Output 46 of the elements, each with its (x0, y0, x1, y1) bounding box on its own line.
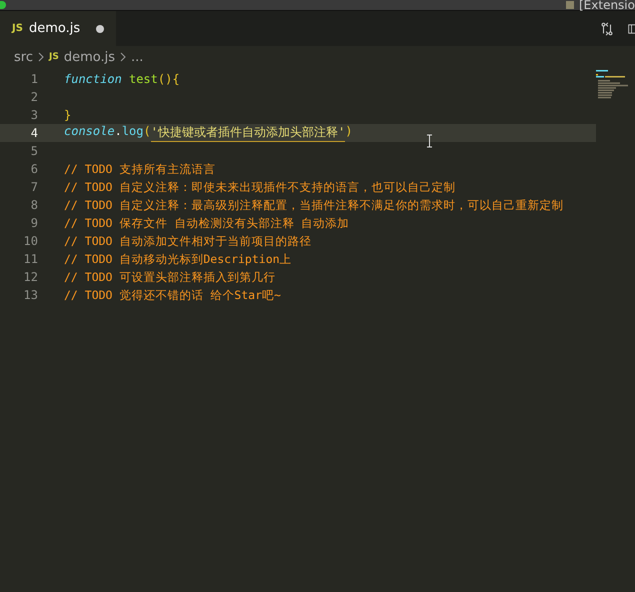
code-comment: // TODO 自定义注释：最高级别注释配置，当插件注释不满足你的需求时，可以自己重新定制 (64, 198, 564, 212)
object-name: console (64, 124, 115, 140)
code-comment: // TODO 支持所有主流语言 (64, 162, 216, 176)
bracket: (){ (158, 72, 180, 86)
bracket: ) (345, 124, 352, 140)
line-number: 2 (30, 90, 38, 104)
line-number: 5 (30, 144, 38, 158)
line-number: 6 (30, 162, 38, 176)
line-number: 7 (30, 180, 38, 194)
javascript-file-icon: JS (48, 52, 59, 62)
chevron-icon (38, 52, 44, 62)
split-editor-icon[interactable] (628, 22, 635, 36)
breadcrumb-item[interactable]: demo.js (64, 50, 115, 64)
line-number: 12 (22, 270, 38, 284)
line-number: 10 (22, 234, 38, 248)
code-comment: // TODO 觉得还不错的话 给个Star吧~ (64, 288, 281, 302)
line-number: 4 (30, 126, 38, 140)
compare-changes-icon[interactable] (600, 20, 614, 36)
breadcrumb-item[interactable]: src (14, 50, 33, 64)
breadcrumb-item[interactable]: ... (130, 50, 144, 64)
line-number: 11 (22, 252, 38, 266)
window-title: [Extensio (579, 0, 635, 10)
function-name: test (128, 72, 158, 86)
string-literal: '快捷键或者插件自动添加头部注释' (150, 124, 346, 142)
code-comment: // TODO 自动移动光标到Description上 (64, 252, 292, 266)
javascript-file-icon: JS (12, 23, 23, 34)
line-number: 1 (30, 72, 38, 86)
chevron-icon (120, 52, 126, 62)
code-comment: // TODO 自定义注释：即使未来出现插件不支持的语言，也可以自己定制 (64, 180, 456, 194)
bracket: ( (144, 124, 151, 140)
line-number: 9 (30, 216, 38, 230)
line-number: 8 (30, 198, 38, 212)
text-cursor-icon (426, 134, 433, 148)
window-button-icon[interactable] (0, 1, 6, 9)
line-number: 13 (22, 288, 38, 302)
code-comment: // TODO 可设置头部注释插入到第几行 (64, 270, 276, 284)
bracket: } (64, 108, 72, 122)
file-tab[interactable]: JS demo.js (0, 11, 116, 46)
keyword: function (64, 72, 122, 86)
file-icon (565, 1, 575, 9)
code-text: . (114, 124, 122, 140)
tab-label: demo.js (28, 21, 80, 36)
code-comment: // TODO 保存文件 自动检测没有头部注释 自动添加 (64, 216, 350, 230)
method-name: log (122, 124, 144, 140)
code-comment: // TODO 自动添加文件相对于当前项目的路径 (64, 234, 312, 248)
line-number: 3 (30, 108, 38, 122)
